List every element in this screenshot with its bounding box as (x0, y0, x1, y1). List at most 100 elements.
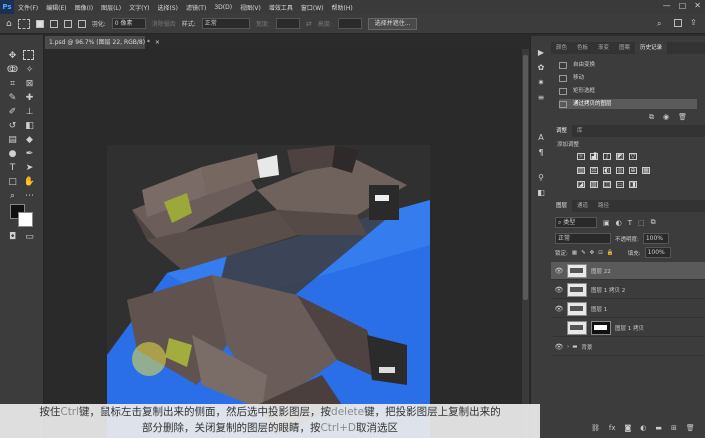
history-item[interactable]: 移动 (559, 73, 697, 83)
marquee-preset-icon[interactable] (17, 18, 30, 29)
layer-row[interactable]: 👁 图层 22 (551, 262, 705, 280)
width-input[interactable] (275, 18, 300, 29)
eye-icon[interactable]: 👁 (551, 286, 567, 294)
menu-edit[interactable]: 编辑(E) (42, 3, 70, 12)
selective-color-icon[interactable]: ◨ (629, 181, 637, 188)
glyphs-icon[interactable]: ⚲ (536, 173, 546, 182)
maximize-button[interactable]: □ (679, 1, 687, 10)
height-input[interactable] (337, 18, 362, 29)
rect-marquee-tool-icon[interactable] (23, 50, 34, 60)
filter-smart-icon[interactable]: ⧉ (651, 218, 656, 227)
history-item-selected[interactable]: 通过拷贝的图层 (559, 99, 697, 109)
trash-icon[interactable]: 🗑 (678, 113, 687, 122)
new-layer-icon[interactable]: ⊞ (671, 424, 677, 432)
gradient-tool-icon[interactable]: ▤ (6, 134, 19, 146)
tab-adjustments[interactable]: 调整 (551, 125, 573, 137)
channel-mixer-icon[interactable]: ⊕ (629, 167, 637, 174)
menu-type[interactable]: 文字(Y) (125, 3, 153, 12)
menu-3d[interactable]: 3D(D) (210, 4, 236, 11)
subtract-selection-icon[interactable] (63, 19, 72, 28)
history-brush-tool-icon[interactable]: ↺ (6, 120, 19, 132)
vibrance-icon[interactable]: ▽ (629, 153, 637, 160)
filter-shape-icon[interactable]: ⬚ (638, 219, 645, 227)
lock-all-icon[interactable]: 🔒 (607, 250, 614, 256)
home-icon[interactable]: ⌂ (6, 19, 12, 29)
add-mask-icon[interactable]: ◙ (625, 424, 632, 432)
brush-settings-icon[interactable]: ✿ (536, 63, 546, 72)
tab-paths[interactable]: 路径 (593, 200, 614, 212)
rectangle-tool-icon[interactable]: □ (6, 176, 19, 188)
tab-layers[interactable]: 图层 (551, 200, 573, 212)
menu-filter[interactable]: 滤镜(T) (182, 3, 210, 12)
scrollbar-thumb[interactable] (523, 55, 528, 300)
navigator-icon[interactable]: ◧ (536, 188, 546, 197)
eraser-tool-icon[interactable]: ◧ (23, 120, 36, 132)
curves-icon[interactable]: ∫ (603, 153, 611, 160)
eye-icon[interactable]: 👁 (551, 305, 567, 313)
tab-gradients[interactable]: 渐变 (593, 42, 614, 54)
brush-tool-icon[interactable]: ✐ (6, 106, 19, 118)
close-window-button[interactable]: ✕ (694, 1, 701, 10)
crop-tool-icon[interactable]: ⌗ (6, 78, 19, 90)
eye-icon[interactable]: 👁 (551, 343, 567, 351)
eyedropper-tool-icon[interactable]: ✎ (6, 92, 19, 104)
zoom-tool-icon[interactable]: ⌕ (6, 190, 19, 202)
document-close-icon[interactable]: × (155, 39, 160, 46)
expand-arrow-icon[interactable]: › (567, 344, 569, 350)
history-item[interactable]: 自由变换 (559, 60, 697, 70)
brightness-icon[interactable]: ☼ (577, 153, 585, 160)
menu-window[interactable]: 窗口(W) (297, 3, 328, 12)
quick-mask-icon[interactable]: ◘ (6, 231, 19, 243)
background-color-swatch[interactable] (18, 212, 33, 227)
levels-icon[interactable]: ▟ (590, 153, 598, 160)
intersect-selection-icon[interactable] (77, 19, 86, 28)
adjustment-layer-icon[interactable]: ◐ (640, 424, 646, 432)
blend-mode-select[interactable]: 正常 (555, 233, 611, 244)
character-icon[interactable]: A (536, 133, 546, 142)
menu-image[interactable]: 图像(I) (71, 3, 97, 12)
color-lookup-icon[interactable]: ▦ (642, 167, 650, 174)
tab-channels[interactable]: 通道 (572, 200, 593, 212)
fx-icon[interactable]: fx (609, 424, 616, 432)
document-image[interactable] (107, 145, 430, 438)
screen-mode-icon[interactable]: ▭ (23, 231, 36, 243)
layer-row[interactable]: 👁 图层 1 拷贝 2 (551, 281, 705, 299)
lock-artboard-icon[interactable]: ⊡ (598, 250, 603, 256)
minimize-button[interactable]: — (663, 1, 671, 10)
feather-input[interactable]: 0 像素 (111, 18, 146, 29)
share-icon[interactable]: ⇪ (690, 18, 697, 27)
exposure-icon[interactable]: ◩ (616, 153, 624, 160)
layer-filter-select[interactable]: ⌕ 类型 (555, 217, 597, 228)
layer-row[interactable]: 👁 图层 1 (551, 300, 705, 318)
add-selection-icon[interactable] (49, 19, 58, 28)
filter-pixel-icon[interactable]: ▣ (603, 219, 610, 227)
opacity-input[interactable]: 100% (642, 233, 669, 244)
color-balance-icon[interactable]: ⚖ (590, 167, 598, 174)
lock-transparent-icon[interactable]: ▦ (572, 250, 577, 256)
layer-row[interactable]: 图层 1 拷贝 (551, 319, 705, 337)
tab-color[interactable]: 颜色 (551, 42, 572, 54)
antialias-checkbox[interactable]: 消除锯齿 (152, 19, 176, 28)
filter-type-icon[interactable]: T (628, 219, 632, 227)
style-select[interactable]: 正常 (201, 18, 250, 29)
fill-input[interactable]: 100% (644, 247, 671, 258)
pen-tool-icon[interactable]: ✒ (23, 148, 36, 160)
magic-wand-tool-icon[interactable]: ✧ (23, 64, 36, 76)
new-selection-icon[interactable] (35, 19, 44, 28)
properties-icon[interactable]: ≡ (536, 93, 546, 102)
clone-stamp-tool-icon[interactable]: ⊥ (23, 106, 36, 118)
camera-icon[interactable]: ◉ (663, 113, 669, 122)
frame-tool-icon[interactable]: ⊠ (23, 78, 36, 90)
filter-adjust-icon[interactable]: ◐ (616, 219, 622, 227)
move-tool-icon[interactable]: ✥ (6, 50, 19, 62)
tab-libraries[interactable]: 库 (572, 125, 588, 137)
select-and-mask-button[interactable]: 选择并遮住... (367, 17, 418, 30)
menu-plugins[interactable]: 增效工具 (265, 3, 297, 12)
lock-move-icon[interactable]: ✥ (590, 250, 595, 256)
lasso-tool-icon[interactable]: ↂ (6, 64, 19, 76)
workspace-icon[interactable] (674, 19, 682, 27)
black-white-icon[interactable]: ◐ (603, 167, 611, 174)
paragraph-icon[interactable]: ¶ (536, 148, 546, 157)
play-icon[interactable]: ▶ (536, 48, 546, 57)
history-item[interactable]: 矩形选框 (559, 86, 697, 96)
